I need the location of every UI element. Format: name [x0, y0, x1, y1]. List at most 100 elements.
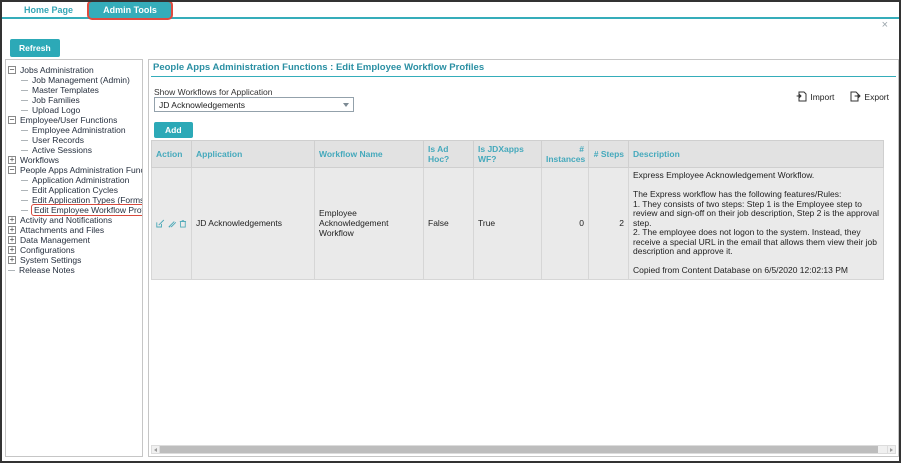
tree-connector — [21, 200, 28, 201]
export-icon — [850, 91, 861, 102]
tree-connector — [21, 80, 28, 81]
tree-connector — [21, 180, 28, 181]
export-label: Export — [864, 92, 889, 102]
column-header-is-jdxapps-wf: Is JDXapps WF? — [474, 141, 542, 168]
add-button[interactable]: Add — [154, 122, 193, 138]
sidebar-item-attachments-and-files[interactable]: +Attachments and Files — [8, 225, 140, 235]
close-icon[interactable]: × — [882, 20, 888, 31]
sidebar-item-user-records[interactable]: User Records — [8, 135, 140, 145]
expand-icon[interactable]: + — [8, 216, 16, 224]
column-header-is-ad-hoc: Is Ad Hoc? — [424, 141, 474, 168]
sidebar-item-application-administration[interactable]: Application Administration — [8, 175, 140, 185]
import-export-toolbar: Import Export — [796, 91, 889, 102]
sidebar-item-label: Active Sessions — [31, 145, 93, 155]
tab-bar: Home Page Admin Tools — [2, 2, 899, 19]
expand-icon[interactable]: + — [8, 246, 16, 254]
sidebar-item-label: Application Administration — [31, 175, 130, 185]
sidebar-item-configurations[interactable]: +Configurations — [8, 245, 140, 255]
instances-cell: 0 — [542, 168, 589, 280]
scroll-right-icon — [890, 448, 893, 452]
expand-icon[interactable]: + — [8, 156, 16, 164]
tree-connector — [21, 110, 28, 111]
collapse-icon[interactable]: − — [8, 166, 16, 174]
application-cell: JD Acknowledgements — [192, 168, 315, 280]
action-cell — [152, 168, 192, 280]
sidebar-item-employee-user-functions[interactable]: −Employee/User Functions — [8, 115, 140, 125]
tab-home-page[interactable]: Home Page — [24, 5, 73, 15]
sidebar-item-master-templates[interactable]: Master Templates — [8, 85, 140, 95]
sidebar-item-label: Activity and Notifications — [19, 215, 113, 225]
column-header-description: Description — [629, 141, 884, 168]
sidebar-item-label: Job Families — [31, 95, 81, 105]
sidebar-item-edit-application-cycles[interactable]: Edit Application Cycles — [8, 185, 140, 195]
sidebar-item-system-settings[interactable]: +System Settings — [8, 255, 140, 265]
refresh-button[interactable]: Refresh — [10, 39, 60, 57]
description-cell: Express Employee Acknowledgement Workflo… — [629, 168, 884, 280]
expand-icon[interactable]: + — [8, 236, 16, 244]
scroll-right-button[interactable] — [887, 445, 896, 454]
import-label: Import — [810, 92, 834, 102]
delete-icon[interactable] — [179, 218, 187, 229]
scroll-left-button[interactable] — [151, 445, 160, 454]
scrollbar-thumb[interactable] — [160, 446, 878, 453]
sidebar-item-label: User Records — [31, 135, 85, 145]
sidebar-item-label: Configurations — [19, 245, 76, 255]
sidebar-item-label: Release Notes — [18, 265, 76, 275]
sidebar-item-upload-logo[interactable]: Upload Logo — [8, 105, 140, 115]
sidebar-item-data-management[interactable]: +Data Management — [8, 235, 140, 245]
workflow-table: Action Application Workflow Name Is Ad H… — [151, 140, 884, 280]
scrollbar-track[interactable] — [160, 445, 887, 454]
application-select-value: JD Acknowledgements — [159, 100, 343, 110]
sidebar-item-label: Employee Administration — [31, 125, 127, 135]
collapse-icon[interactable]: − — [8, 66, 16, 74]
workflow-name-cell: Employee Acknowledgement Workflow — [315, 168, 424, 280]
tree-connector — [21, 190, 28, 191]
sidebar-item-workflows[interactable]: +Workflows — [8, 155, 140, 165]
collapse-icon[interactable]: − — [8, 116, 16, 124]
sidebar-item-label: System Settings — [19, 255, 82, 265]
sidebar-item-label: Upload Logo — [31, 105, 81, 115]
expand-icon[interactable]: + — [8, 226, 16, 234]
column-header-application: Application — [192, 141, 315, 168]
sidebar-item-label: Master Templates — [31, 85, 100, 95]
is-ad-hoc-cell: False — [424, 168, 474, 280]
column-header-action: Action — [152, 141, 192, 168]
export-button[interactable]: Export — [850, 91, 889, 102]
sign-steps-icon[interactable] — [168, 218, 177, 229]
column-header-instances: # Instances — [542, 141, 589, 168]
import-button[interactable]: Import — [796, 91, 834, 102]
tree-connector — [21, 140, 28, 141]
sidebar-item-job-families[interactable]: Job Families — [8, 95, 140, 105]
edit-icon[interactable] — [156, 218, 165, 229]
tree-connector — [21, 150, 28, 151]
sidebar-item-jobs-administration[interactable]: −Jobs Administration — [8, 65, 140, 75]
application-filter-label: Show Workflows for Application — [154, 87, 272, 97]
sidebar-item-employee-administration[interactable]: Employee Administration — [8, 125, 140, 135]
expand-icon[interactable]: + — [8, 256, 16, 264]
sidebar-item-label: Workflows — [19, 155, 60, 165]
sidebar-item-release-notes[interactable]: Release Notes — [8, 265, 140, 275]
admin-window: Home Page Admin Tools × Refresh −Jobs Ad… — [0, 0, 901, 463]
tree-connector — [21, 90, 28, 91]
tree-connector — [21, 130, 28, 131]
sidebar-item-job-management[interactable]: Job Management (Admin) — [8, 75, 140, 85]
sidebar-item-label: Job Management (Admin) — [31, 75, 131, 85]
sidebar-item-label: Edit Application Cycles — [31, 185, 119, 195]
horizontal-scrollbar[interactable] — [151, 445, 896, 454]
sidebar-item-edit-employee-workflow-profiles[interactable]: Edit Employee Workflow Profiles — [8, 205, 140, 215]
column-header-steps: # Steps — [589, 141, 629, 168]
page-title: People Apps Administration Functions : E… — [151, 61, 896, 77]
tree-connector — [21, 100, 28, 101]
sidebar-item-people-apps-admin-functions[interactable]: −People Apps Administration Functions — [8, 165, 140, 175]
tab-admin-tools[interactable]: Admin Tools — [89, 2, 171, 18]
application-select[interactable]: JD Acknowledgements — [154, 97, 354, 112]
column-header-workflow-name: Workflow Name — [315, 141, 424, 168]
sidebar-item-label: Jobs Administration — [19, 65, 95, 75]
sidebar-item-active-sessions[interactable]: Active Sessions — [8, 145, 140, 155]
navigation-tree: −Jobs Administration Job Management (Adm… — [5, 59, 143, 457]
sidebar-item-label: Data Management — [19, 235, 91, 245]
sidebar-item-label: People Apps Administration Functions — [19, 165, 143, 175]
sidebar-item-label: Attachments and Files — [19, 225, 105, 235]
sidebar-item-activity-and-notifications[interactable]: +Activity and Notifications — [8, 215, 140, 225]
is-jdxapps-wf-cell: True — [474, 168, 542, 280]
